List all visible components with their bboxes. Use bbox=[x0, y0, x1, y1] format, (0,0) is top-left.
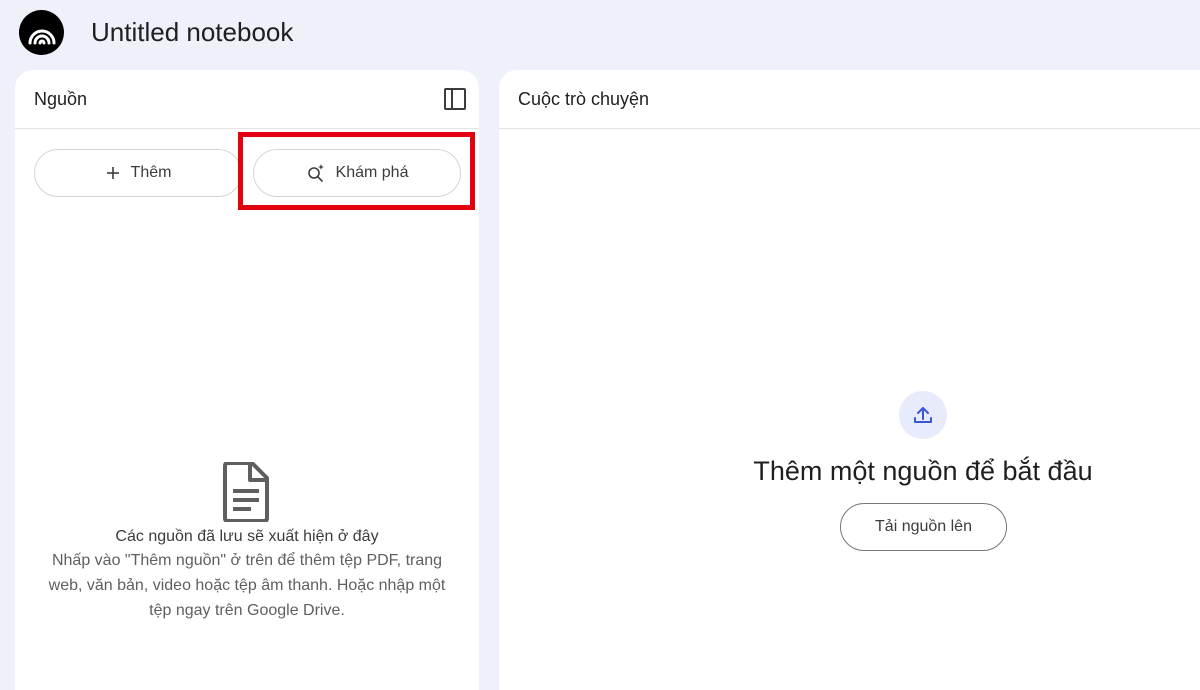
search-sparkle-icon bbox=[306, 163, 326, 183]
app-header: Untitled notebook bbox=[0, 0, 1200, 66]
discover-sources-button[interactable]: Khám phá bbox=[253, 149, 461, 197]
sources-panel: Nguồn Thêm Khám phá Các nguồn đã lưu sẽ … bbox=[15, 70, 479, 690]
plus-icon bbox=[105, 165, 121, 181]
notebooklm-logo-icon[interactable] bbox=[19, 10, 64, 55]
discover-sources-label: Khám phá bbox=[335, 164, 409, 181]
sources-panel-title: Nguồn bbox=[34, 89, 88, 109]
document-icon bbox=[220, 461, 270, 523]
chat-empty-title: Thêm một nguồn để bắt đầu bbox=[753, 456, 1093, 486]
sidebar-collapse-icon[interactable] bbox=[443, 87, 467, 111]
sources-panel-header: Nguồn bbox=[15, 70, 479, 129]
sources-empty-title: Các nguồn đã lưu sẽ xuất hiện ở đây bbox=[115, 528, 379, 545]
chat-panel-header: Cuộc trò chuyện bbox=[499, 70, 1200, 129]
notebook-title[interactable]: Untitled notebook bbox=[91, 15, 293, 49]
chat-panel-title: Cuộc trò chuyện bbox=[518, 89, 650, 109]
add-source-label: Thêm bbox=[130, 164, 172, 181]
chat-panel: Cuộc trò chuyện Thêm một nguồn để bắt đầ… bbox=[499, 70, 1200, 690]
upload-icon bbox=[899, 391, 947, 439]
sources-empty-description: Nhấp vào "Thêm nguồn" ở trên để thêm tệp… bbox=[48, 552, 446, 619]
upload-source-button[interactable]: Tải nguồn lên bbox=[840, 503, 1007, 551]
add-source-button[interactable]: Thêm bbox=[34, 149, 242, 197]
